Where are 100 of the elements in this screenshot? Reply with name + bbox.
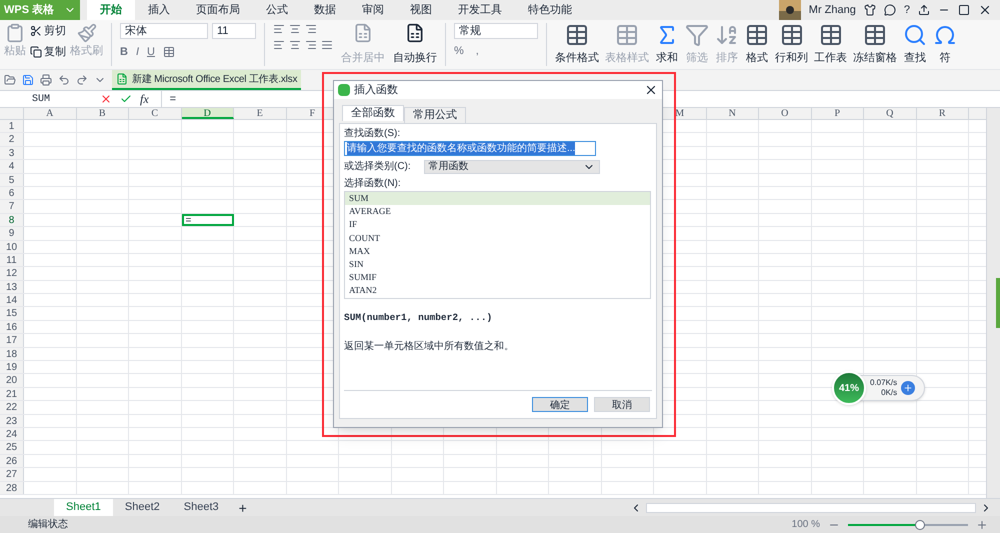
row-header[interactable]: 10: [0, 240, 24, 253]
column-header[interactable]: B: [76, 108, 129, 119]
zoom-in-icon[interactable]: [976, 518, 988, 530]
row-header[interactable]: 15: [0, 307, 24, 320]
row-header[interactable]: 14: [0, 294, 24, 306]
row-header[interactable]: 3: [0, 146, 24, 160]
row-header[interactable]: 21: [0, 388, 24, 400]
ribbon-button[interactable]: 冻结窗格: [853, 23, 897, 66]
save-icon[interactable]: [22, 74, 34, 86]
row-header[interactable]: 19: [0, 361, 24, 374]
zoom-slider-thumb[interactable]: [915, 520, 925, 530]
row-header[interactable]: 9: [0, 227, 24, 240]
close-icon[interactable]: [644, 83, 658, 97]
cancel-icon[interactable]: [100, 93, 112, 105]
add-sheet-button[interactable]: +: [230, 499, 255, 516]
user-name[interactable]: Mr Zhang: [808, 2, 856, 18]
row-header[interactable]: 27: [0, 468, 24, 481]
column-header[interactable]: Q: [864, 108, 916, 119]
ribbon-button[interactable]: 自动换行: [393, 23, 437, 66]
document-tab[interactable]: 新建 Microsoft Office Excel 工作表.xlsx: [112, 70, 302, 90]
chat-icon[interactable]: [884, 4, 896, 16]
active-cell[interactable]: =: [182, 214, 234, 226]
column-header[interactable]: P: [812, 108, 864, 119]
ribbon-button[interactable]: 查找: [903, 23, 927, 66]
row-header[interactable]: 13: [0, 280, 24, 294]
function-item[interactable]: SIN: [345, 258, 650, 272]
row-header[interactable]: 1: [0, 120, 24, 132]
row-header[interactable]: 24: [0, 428, 24, 440]
row-header[interactable]: 22: [0, 401, 24, 414]
close-icon[interactable]: [978, 3, 992, 17]
row-header[interactable]: 17: [0, 334, 24, 347]
column-header[interactable]: R: [916, 108, 969, 119]
function-button[interactable]: fx: [140, 90, 149, 108]
maximize-icon[interactable]: [958, 4, 970, 16]
underline-button[interactable]: U: [147, 44, 155, 60]
name-box[interactable]: SUM: [0, 92, 92, 106]
row-header[interactable]: 8: [0, 214, 24, 226]
row-header[interactable]: 4: [0, 160, 24, 173]
align-center-icon[interactable]: [289, 39, 301, 51]
function-item[interactable]: MAX: [345, 244, 650, 258]
sheet-tab[interactable]: Sheet1: [54, 499, 113, 516]
vertical-scrollbar[interactable]: [986, 108, 1000, 498]
menu-tab[interactable]: 开发工具: [445, 0, 515, 20]
ribbon-button[interactable]: 条件格式: [555, 23, 599, 66]
menu-tab[interactable]: 数据: [301, 0, 349, 20]
confirm-icon[interactable]: [120, 93, 132, 105]
function-item[interactable]: SUM: [345, 192, 650, 206]
border-icon[interactable]: [162, 46, 175, 58]
function-item[interactable]: IF: [345, 218, 650, 232]
menu-tab[interactable]: 页面布局: [183, 0, 253, 20]
category-dropdown[interactable]: 常用函数: [424, 160, 600, 174]
column-header[interactable]: D: [182, 108, 234, 119]
undo-icon[interactable]: [58, 74, 70, 86]
justify-icon[interactable]: [321, 39, 333, 51]
font-name-field[interactable]: 宋体: [120, 23, 208, 39]
horizontal-scrollbar[interactable]: [646, 502, 976, 512]
ribbon-button[interactable]: 求和: [655, 23, 679, 66]
copy-button[interactable]: 复制: [30, 44, 66, 60]
align-bottom-icon[interactable]: [305, 23, 317, 35]
ribbon-button[interactable]: 符: [933, 23, 957, 66]
row-header[interactable]: 28: [0, 482, 24, 494]
upload-icon[interactable]: [918, 4, 930, 16]
open-icon[interactable]: [4, 74, 16, 86]
row-header[interactable]: 12: [0, 267, 24, 280]
function-list[interactable]: SUM AVERAGE IF COUNT MAX SIN SUMIF ATAN2: [344, 191, 651, 299]
menu-tab[interactable]: 审阅: [349, 0, 397, 20]
align-middle-icon[interactable]: [289, 23, 301, 35]
print-icon[interactable]: [40, 74, 52, 86]
font-size-field[interactable]: 11: [212, 23, 256, 39]
dialog-tab[interactable]: 常用公式: [404, 107, 466, 123]
ok-button[interactable]: 确定: [532, 397, 588, 412]
menu-tab[interactable]: 视图: [397, 0, 445, 20]
italic-button[interactable]: I: [136, 44, 140, 60]
sheet-tab[interactable]: Sheet2: [112, 499, 172, 516]
comma-button[interactable]: ,: [476, 43, 479, 60]
row-header[interactable]: 25: [0, 441, 24, 454]
bold-button[interactable]: B: [120, 44, 128, 60]
ribbon-button[interactable]: 格式: [745, 23, 769, 66]
ribbon-button[interactable]: 工作表: [814, 23, 847, 66]
row-header[interactable]: 16: [0, 320, 24, 334]
menu-tab[interactable]: 开始: [87, 0, 135, 20]
plus-button[interactable]: [901, 381, 916, 395]
function-item[interactable]: ATAN2: [345, 284, 650, 298]
row-header[interactable]: 5: [0, 174, 24, 186]
column-header[interactable]: O: [759, 108, 812, 119]
row-header[interactable]: 20: [0, 374, 24, 387]
shirt-icon[interactable]: [864, 4, 876, 16]
align-left-icon[interactable]: [273, 39, 285, 51]
row-header[interactable]: 23: [0, 414, 24, 427]
menu-tab[interactable]: 插入: [135, 0, 183, 20]
column-header[interactable]: E: [234, 108, 286, 119]
menu-tab[interactable]: 公式: [253, 0, 301, 20]
function-item[interactable]: SUMIF: [345, 271, 650, 284]
percent-button[interactable]: %: [454, 43, 464, 60]
help-button[interactable]: ?: [904, 2, 910, 18]
menu-tab[interactable]: 特色功能: [515, 0, 585, 20]
function-item[interactable]: AVERAGE: [345, 205, 650, 218]
number-format-field[interactable]: 常规: [454, 23, 538, 39]
row-header[interactable]: 6: [0, 186, 24, 200]
column-header[interactable]: N: [706, 108, 759, 119]
